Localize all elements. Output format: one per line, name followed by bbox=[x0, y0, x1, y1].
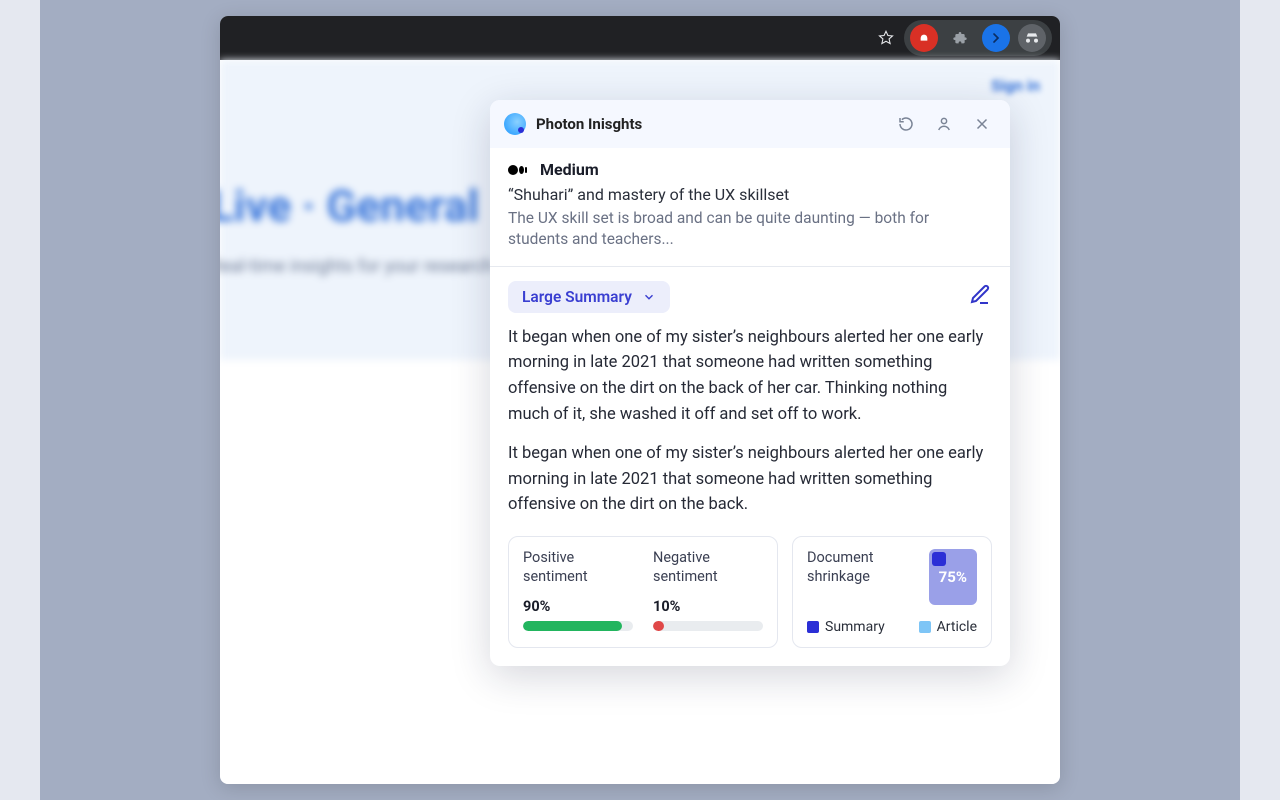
close-button[interactable] bbox=[968, 110, 996, 138]
shrinkage-chart: 75% bbox=[929, 549, 977, 605]
legend-swatch-summary bbox=[807, 621, 819, 633]
article-description: The UX skill set is broad and can be qui… bbox=[508, 208, 992, 250]
browser-toolbar bbox=[220, 16, 1060, 60]
bg-header-link: Sign in bbox=[991, 76, 1040, 95]
shrinkage-summary-box bbox=[932, 552, 946, 566]
extensions-puzzle-icon[interactable] bbox=[946, 24, 974, 52]
popup-title: Photon Inisghts bbox=[536, 115, 642, 133]
summary-controls: Large Summary bbox=[490, 267, 1010, 319]
insights-popup: Photon Inisghts Medium “Shuhari” and mas… bbox=[490, 100, 1010, 666]
positive-sentiment-bar bbox=[523, 621, 633, 631]
positive-sentiment: Positive sentiment 90% bbox=[523, 549, 633, 632]
shrinkage-card: Document shrinkage 75% Summary Article bbox=[792, 536, 992, 648]
extension-active-icon[interactable] bbox=[982, 24, 1010, 52]
summary-paragraph: It began when one of my sister’s neighbo… bbox=[508, 325, 992, 427]
account-button[interactable] bbox=[930, 110, 958, 138]
negative-sentiment-bar bbox=[653, 621, 763, 631]
source-name: Medium bbox=[540, 160, 599, 179]
photon-logo-icon bbox=[504, 113, 526, 135]
incognito-icon[interactable] bbox=[1018, 24, 1046, 52]
sentiment-card: Positive sentiment 90% Negative sentimen… bbox=[508, 536, 778, 648]
refresh-button[interactable] bbox=[892, 110, 920, 138]
chevron-down-icon bbox=[642, 290, 656, 304]
shrinkage-value: 75% bbox=[939, 568, 967, 586]
medium-logo-icon bbox=[508, 163, 528, 177]
positive-sentiment-value: 90% bbox=[523, 598, 633, 615]
legend-summary-label: Summary bbox=[825, 619, 885, 635]
summary-mode-label: Large Summary bbox=[522, 288, 632, 306]
summary-mode-dropdown[interactable]: Large Summary bbox=[508, 281, 670, 313]
popup-header: Photon Inisghts bbox=[490, 100, 1010, 148]
ublock-icon[interactable] bbox=[910, 24, 938, 52]
negative-sentiment: Negative sentiment 10% bbox=[653, 549, 763, 632]
shrinkage-legend: Summary Article bbox=[807, 619, 977, 635]
summary-body: It began when one of my sister’s neighbo… bbox=[490, 319, 1010, 536]
metrics-row: Positive sentiment 90% Negative sentimen… bbox=[490, 536, 1010, 666]
shrinkage-label: Document shrinkage bbox=[807, 549, 915, 587]
bookmark-star-icon[interactable] bbox=[872, 24, 900, 52]
source-block: Medium “Shuhari” and mastery of the UX s… bbox=[490, 148, 1010, 267]
edit-icon bbox=[968, 283, 992, 307]
negative-sentiment-label: Negative sentiment bbox=[653, 549, 763, 587]
browser-window: Live · General Real-time insights for yo… bbox=[220, 16, 1060, 784]
extensions-pill bbox=[904, 20, 1052, 56]
negative-sentiment-value: 10% bbox=[653, 598, 763, 615]
positive-sentiment-label: Positive sentiment bbox=[523, 549, 633, 587]
article-title: “Shuhari” and mastery of the UX skillset bbox=[508, 185, 992, 204]
legend-swatch-article bbox=[919, 621, 931, 633]
edit-summary-button[interactable] bbox=[968, 283, 992, 311]
summary-paragraph: It began when one of my sister’s neighbo… bbox=[508, 441, 992, 518]
legend-article-label: Article bbox=[937, 619, 977, 635]
